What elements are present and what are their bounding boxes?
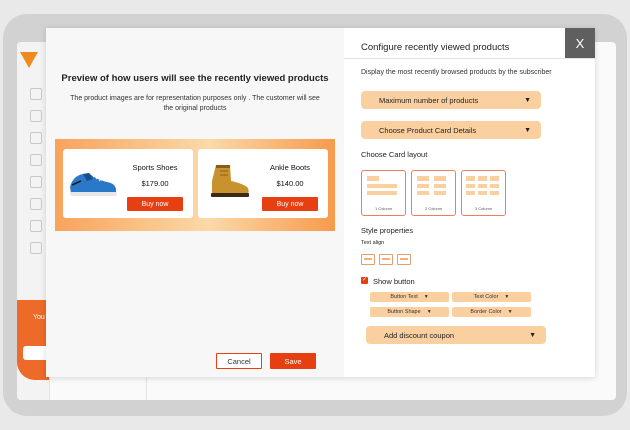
- layout-option-2-column[interactable]: 2 Column: [411, 170, 456, 216]
- text-color-dropdown[interactable]: Text Color ▼: [452, 292, 531, 302]
- chevron-down-icon: ▼: [507, 309, 513, 315]
- calendar-icon[interactable]: [30, 220, 42, 232]
- product-card: Sports Shoes $179.00 Buy now: [63, 149, 193, 218]
- max-products-label: Maximum number of products: [379, 95, 479, 105]
- config-description: Display the most recently browsed produc…: [361, 69, 552, 76]
- document-icon[interactable]: [30, 176, 42, 188]
- border-color-label: Border Color: [470, 309, 502, 315]
- product-name: Sports Shoes: [132, 163, 178, 172]
- button-shape-dropdown[interactable]: Button Shape ▼: [370, 307, 449, 317]
- analytics-icon[interactable]: [30, 154, 42, 166]
- card-layout-heading: Choose Card layout: [361, 150, 428, 159]
- header-divider: [344, 58, 595, 59]
- layout-caption: 1 Column: [374, 206, 393, 211]
- button-shape-label: Button Shape: [387, 309, 421, 315]
- product-card: Ankle Boots $140.00 Buy now: [198, 149, 328, 218]
- config-panel: Configure recently viewed products Displ…: [344, 28, 595, 377]
- card-details-label: Choose Product Card Details: [379, 125, 477, 135]
- promo-text: You: [33, 314, 45, 321]
- card-details-dropdown[interactable]: Choose Product Card Details ▼: [361, 121, 541, 139]
- style-properties-heading: Style properties: [361, 226, 414, 235]
- configure-modal: Preview of how users will see the recent…: [46, 28, 595, 377]
- app-logo: [20, 52, 38, 68]
- align-center-button[interactable]: [379, 254, 393, 265]
- chevron-down-icon: ▼: [504, 294, 510, 300]
- preview-note: The product images are for representatio…: [70, 95, 320, 112]
- sports-shoe-image: [70, 173, 117, 196]
- show-button-label: Show button: [373, 277, 415, 286]
- cancel-button[interactable]: Cancel: [216, 353, 262, 369]
- align-right-button[interactable]: [397, 254, 411, 265]
- chart-icon[interactable]: [30, 88, 42, 100]
- promo-card: You: [17, 300, 49, 380]
- layout-caption: 2 Column: [424, 206, 443, 211]
- lock-icon[interactable]: [30, 242, 42, 254]
- layout-caption: 3 Column: [474, 206, 493, 211]
- chevron-down-icon: ▼: [426, 309, 432, 315]
- show-button-checkbox[interactable]: ✓: [361, 277, 368, 284]
- button-text-dropdown[interactable]: Button Text ▼: [370, 292, 449, 302]
- text-align-label: Text align: [361, 240, 385, 246]
- discount-coupon-label: Add discount coupon: [384, 330, 455, 340]
- save-button[interactable]: Save: [270, 353, 316, 369]
- contacts-icon[interactable]: [30, 110, 42, 122]
- product-price: $140.00: [276, 179, 304, 188]
- preview-title: Preview of how users will see the recent…: [61, 73, 329, 84]
- chevron-down-icon: ▼: [529, 331, 536, 339]
- preview-strip: Sports Shoes $179.00 Buy now Ankle Boots…: [55, 139, 335, 231]
- align-left-button[interactable]: [361, 254, 375, 265]
- button-text-label: Button Text: [390, 294, 418, 300]
- ankle-boot-image: [211, 165, 249, 197]
- max-products-dropdown[interactable]: Maximum number of products ▼: [361, 91, 541, 109]
- chevron-down-icon: ▼: [524, 126, 531, 134]
- product-price: $179.00: [141, 179, 169, 188]
- discount-coupon-dropdown[interactable]: Add discount coupon ▼: [366, 326, 546, 344]
- layout-option-1-column[interactable]: 1 Column: [361, 170, 406, 216]
- bar-chart-icon[interactable]: [30, 198, 42, 210]
- close-button[interactable]: X: [565, 28, 595, 58]
- config-title: Configure recently viewed products: [361, 42, 510, 53]
- layout-option-3-column[interactable]: 3 Column: [461, 170, 506, 216]
- buy-now-button[interactable]: Buy now: [127, 197, 183, 211]
- preview-panel: Preview of how users will see the recent…: [46, 28, 344, 377]
- buy-now-button[interactable]: Buy now: [262, 197, 318, 211]
- product-name: Ankle Boots: [269, 163, 311, 172]
- chevron-down-icon: ▼: [524, 96, 531, 104]
- border-color-dropdown[interactable]: Border Color ▼: [452, 307, 531, 317]
- text-color-label: Text Color: [473, 294, 499, 300]
- chat-icon[interactable]: [30, 132, 42, 144]
- chevron-down-icon: ▼: [423, 294, 429, 300]
